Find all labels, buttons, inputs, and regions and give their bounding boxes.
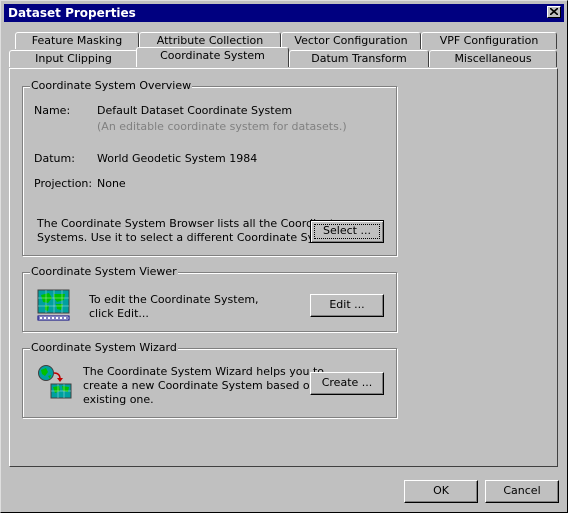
tab-panel-coordinate-system: Coordinate System Overview Name: Default… <box>9 68 558 467</box>
datum-label: Datum: <box>34 152 75 165</box>
globe-arrow-map-icon <box>38 365 72 399</box>
wizard-text-line3: existing one. <box>83 393 154 406</box>
focus-rect <box>314 224 380 239</box>
tab-vpf-configuration[interactable]: VPF Configuration <box>421 32 557 49</box>
overview-title: Coordinate System Overview <box>30 79 193 92</box>
browser-text-line1: The Coordinate System Browser lists all … <box>37 217 341 230</box>
viewer-group: Coordinate System Viewer To edit the Coo… <box>22 265 397 332</box>
tab-input-clipping[interactable]: Input Clipping <box>9 50 138 67</box>
wizard-group: Coordinate System Wizard The Coordinate … <box>22 341 397 418</box>
wizard-text-line2: create a new Coordinate System based on … <box>83 379 334 392</box>
create-button[interactable]: Create ... <box>310 372 384 395</box>
cancel-button[interactable]: Cancel <box>485 480 559 503</box>
viewer-text-line1: To edit the Coordinate System, <box>89 293 259 306</box>
window-title: Dataset Properties <box>8 6 136 20</box>
close-button[interactable] <box>547 6 561 18</box>
tab-datum-transform[interactable]: Datum Transform <box>289 50 429 67</box>
edit-button[interactable]: Edit ... <box>310 294 384 317</box>
name-value: Default Dataset Coordinate System <box>97 104 293 117</box>
title-bar[interactable]: Dataset Properties <box>4 4 564 22</box>
browser-text-line2: Systems. Use it to select a different Co… <box>37 231 346 244</box>
dataset-properties-dialog: Dataset Properties Feature Masking Attri… <box>0 0 568 513</box>
ok-button[interactable]: OK <box>404 480 478 503</box>
select-button[interactable]: Select ... <box>310 220 384 243</box>
close-icon <box>550 8 558 15</box>
projection-value: None <box>97 177 126 190</box>
viewer-text-line2: click Edit... <box>89 307 149 320</box>
datum-value: World Geodetic System 1984 <box>97 152 258 165</box>
name-description: (An editable coordinate system for datas… <box>97 120 347 133</box>
tab-vector-configuration[interactable]: Vector Configuration <box>281 32 421 49</box>
tab-coordinate-system[interactable]: Coordinate System <box>136 47 289 67</box>
overview-group: Coordinate System Overview Name: Default… <box>22 79 397 256</box>
wizard-text-line1: The Coordinate System Wizard helps you t… <box>83 365 325 378</box>
tab-miscellaneous[interactable]: Miscellaneous <box>429 50 557 67</box>
name-label: Name: <box>34 104 71 117</box>
map-grid-icon <box>37 289 70 321</box>
viewer-title: Coordinate System Viewer <box>30 265 178 278</box>
projection-label: Projection: <box>34 177 93 190</box>
wizard-title: Coordinate System Wizard <box>30 341 178 354</box>
tab-feature-masking[interactable]: Feature Masking <box>15 32 139 49</box>
